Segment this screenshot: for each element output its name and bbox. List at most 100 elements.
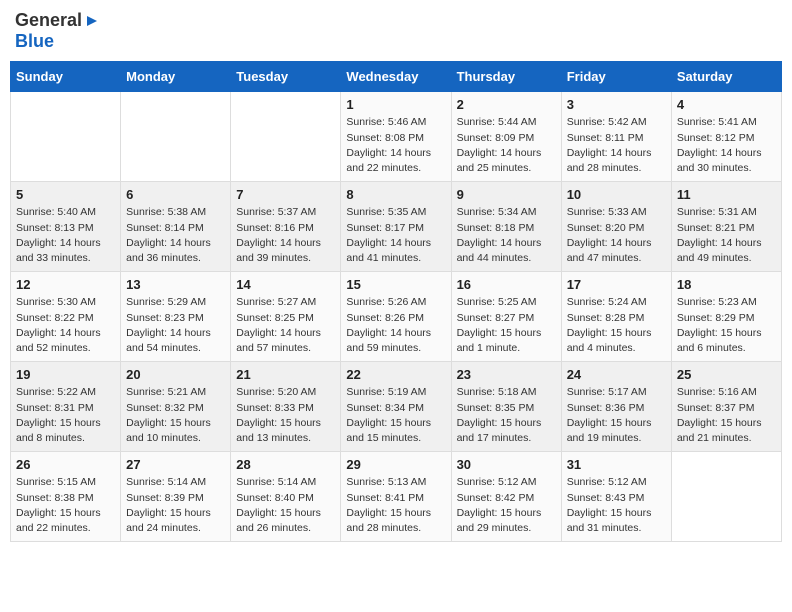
day-number: 2 [457, 97, 556, 112]
logo-wordmark: General Blue [15, 10, 101, 51]
day-number: 26 [16, 457, 115, 472]
day-number: 31 [567, 457, 666, 472]
calendar-cell: 27 Sunrise: 5:14 AM Sunset: 8:39 PM Dayli… [121, 452, 231, 542]
day-number: 10 [567, 187, 666, 202]
day-number: 7 [236, 187, 335, 202]
logo-arrow-icon [83, 12, 101, 30]
calendar-header: SundayMondayTuesdayWednesdayThursdayFrid… [11, 62, 782, 92]
day-number: 16 [457, 277, 556, 292]
calendar-table: SundayMondayTuesdayWednesdayThursdayFrid… [10, 61, 782, 542]
day-number: 1 [346, 97, 445, 112]
calendar-cell: 28Sunrise: 5:14 AM Sunset: 8:40 PM Dayli… [231, 452, 341, 542]
calendar-cell [11, 92, 121, 182]
calendar-cell: 6 Sunrise: 5:38 AM Sunset: 8:14 PM Daylig… [121, 182, 231, 272]
day-number: 12 [16, 277, 115, 292]
day-number: 4 [677, 97, 776, 112]
day-number: 5 [16, 187, 115, 202]
page-header: General Blue [10, 10, 782, 51]
day-info: Sunrise: 5:37 AM Sunset: 8:16 PM Dayligh… [236, 205, 335, 266]
calendar-cell: 16 Sunrise: 5:25 AM Sunset: 8:27 PM Dayli… [451, 272, 561, 362]
day-number: 3 [567, 97, 666, 112]
day-info: Sunrise: 5:33 AM Sunset: 8:20 PM Dayligh… [567, 205, 666, 266]
day-info: Sunrise: 5:12 AM Sunset: 8:42 PM Dayligh… [457, 475, 556, 536]
weekday-header: Thursday [451, 62, 561, 92]
day-info: Sunrise: 5:18 AM Sunset: 8:35 PM Dayligh… [457, 385, 556, 446]
day-info: Sunrise: 5:17 AM Sunset: 8:36 PM Dayligh… [567, 385, 666, 446]
day-info: Sunrise: 5:44 AM Sunset: 8:09 PM Dayligh… [457, 115, 556, 176]
day-number: 18 [677, 277, 776, 292]
day-info: Sunrise: 5:34 AM Sunset: 8:18 PM Dayligh… [457, 205, 556, 266]
calendar-cell: 29Sunrise: 5:13 AM Sunset: 8:41 PM Dayli… [341, 452, 451, 542]
day-number: 19 [16, 367, 115, 382]
weekday-row: SundayMondayTuesdayWednesdayThursdayFrid… [11, 62, 782, 92]
calendar-cell: 17 Sunrise: 5:24 AM Sunset: 8:28 PM Dayli… [561, 272, 671, 362]
weekday-header: Saturday [671, 62, 781, 92]
calendar-cell: 30 Sunrise: 5:12 AM Sunset: 8:42 PM Dayli… [451, 452, 561, 542]
weekday-header: Sunday [11, 62, 121, 92]
calendar-cell: 19 Sunrise: 5:22 AM Sunset: 8:31 PM Dayli… [11, 362, 121, 452]
day-info: Sunrise: 5:35 AM Sunset: 8:17 PM Dayligh… [346, 205, 445, 266]
day-number: 30 [457, 457, 556, 472]
day-number: 25 [677, 367, 776, 382]
calendar-cell: 1 Sunrise: 5:46 AM Sunset: 8:08 PM Daylig… [341, 92, 451, 182]
calendar-cell: 26 Sunrise: 5:15 AM Sunset: 8:38 PM Dayli… [11, 452, 121, 542]
day-info: Sunrise: 5:30 AM Sunset: 8:22 PM Dayligh… [16, 295, 115, 356]
day-number: 24 [567, 367, 666, 382]
calendar-cell [671, 452, 781, 542]
weekday-header: Friday [561, 62, 671, 92]
calendar-cell: 24 Sunrise: 5:17 AM Sunset: 8:36 PM Dayli… [561, 362, 671, 452]
day-info: Sunrise: 5:31 AM Sunset: 8:21 PM Dayligh… [677, 205, 776, 266]
calendar-week: 5 Sunrise: 5:40 AM Sunset: 8:13 PM Daylig… [11, 182, 782, 272]
day-number: 27 [126, 457, 225, 472]
calendar-cell: 25 Sunrise: 5:16 AM Sunset: 8:37 PM Dayli… [671, 362, 781, 452]
day-number: 21 [236, 367, 335, 382]
calendar-cell: 3 Sunrise: 5:42 AM Sunset: 8:11 PM Daylig… [561, 92, 671, 182]
calendar-cell: 31 Sunrise: 5:12 AM Sunset: 8:43 PM Dayli… [561, 452, 671, 542]
day-info: Sunrise: 5:46 AM Sunset: 8:08 PM Dayligh… [346, 115, 445, 176]
day-info: Sunrise: 5:12 AM Sunset: 8:43 PM Dayligh… [567, 475, 666, 536]
day-info: Sunrise: 5:14 AM Sunset: 8:40 PM Dayligh… [236, 475, 335, 536]
day-number: 15 [346, 277, 445, 292]
day-number: 8 [346, 187, 445, 202]
day-number: 14 [236, 277, 335, 292]
calendar-cell: 5 Sunrise: 5:40 AM Sunset: 8:13 PM Daylig… [11, 182, 121, 272]
calendar-cell: 18 Sunrise: 5:23 AM Sunset: 8:29 PM Dayli… [671, 272, 781, 362]
calendar-cell: 11 Sunrise: 5:31 AM Sunset: 8:21 PM Dayli… [671, 182, 781, 272]
calendar-cell: 10 Sunrise: 5:33 AM Sunset: 8:20 PM Dayli… [561, 182, 671, 272]
day-info: Sunrise: 5:38 AM Sunset: 8:14 PM Dayligh… [126, 205, 225, 266]
logo: General Blue [15, 10, 101, 51]
calendar-body: 1 Sunrise: 5:46 AM Sunset: 8:08 PM Daylig… [11, 92, 782, 542]
calendar-cell: 15 Sunrise: 5:26 AM Sunset: 8:26 PM Dayli… [341, 272, 451, 362]
day-info: Sunrise: 5:20 AM Sunset: 8:33 PM Dayligh… [236, 385, 335, 446]
day-info: Sunrise: 5:13 AM Sunset: 8:41 PM Dayligh… [346, 475, 445, 536]
day-number: 23 [457, 367, 556, 382]
day-number: 13 [126, 277, 225, 292]
weekday-header: Wednesday [341, 62, 451, 92]
day-info: Sunrise: 5:24 AM Sunset: 8:28 PM Dayligh… [567, 295, 666, 356]
day-info: Sunrise: 5:15 AM Sunset: 8:38 PM Dayligh… [16, 475, 115, 536]
day-number: 9 [457, 187, 556, 202]
calendar-cell: 21 Sunrise: 5:20 AM Sunset: 8:33 PM Dayli… [231, 362, 341, 452]
logo-general: General [15, 10, 82, 30]
day-info: Sunrise: 5:26 AM Sunset: 8:26 PM Dayligh… [346, 295, 445, 356]
day-number: 6 [126, 187, 225, 202]
day-info: Sunrise: 5:14 AM Sunset: 8:39 PM Dayligh… [126, 475, 225, 536]
day-info: Sunrise: 5:23 AM Sunset: 8:29 PM Dayligh… [677, 295, 776, 356]
day-number: 11 [677, 187, 776, 202]
calendar-week: 1 Sunrise: 5:46 AM Sunset: 8:08 PM Daylig… [11, 92, 782, 182]
day-info: Sunrise: 5:19 AM Sunset: 8:34 PM Dayligh… [346, 385, 445, 446]
day-number: 17 [567, 277, 666, 292]
day-info: Sunrise: 5:40 AM Sunset: 8:13 PM Dayligh… [16, 205, 115, 266]
day-info: Sunrise: 5:42 AM Sunset: 8:11 PM Dayligh… [567, 115, 666, 176]
calendar-cell: 4Sunrise: 5:41 AM Sunset: 8:12 PM Daylig… [671, 92, 781, 182]
day-info: Sunrise: 5:16 AM Sunset: 8:37 PM Dayligh… [677, 385, 776, 446]
day-info: Sunrise: 5:22 AM Sunset: 8:31 PM Dayligh… [16, 385, 115, 446]
calendar-cell: 9 Sunrise: 5:34 AM Sunset: 8:18 PM Daylig… [451, 182, 561, 272]
calendar-cell: 13 Sunrise: 5:29 AM Sunset: 8:23 PM Dayli… [121, 272, 231, 362]
day-info: Sunrise: 5:27 AM Sunset: 8:25 PM Dayligh… [236, 295, 335, 356]
calendar-week: 26 Sunrise: 5:15 AM Sunset: 8:38 PM Dayli… [11, 452, 782, 542]
calendar-cell: 12 Sunrise: 5:30 AM Sunset: 8:22 PM Dayli… [11, 272, 121, 362]
day-info: Sunrise: 5:25 AM Sunset: 8:27 PM Dayligh… [457, 295, 556, 356]
day-info: Sunrise: 5:29 AM Sunset: 8:23 PM Dayligh… [126, 295, 225, 356]
day-info: Sunrise: 5:21 AM Sunset: 8:32 PM Dayligh… [126, 385, 225, 446]
